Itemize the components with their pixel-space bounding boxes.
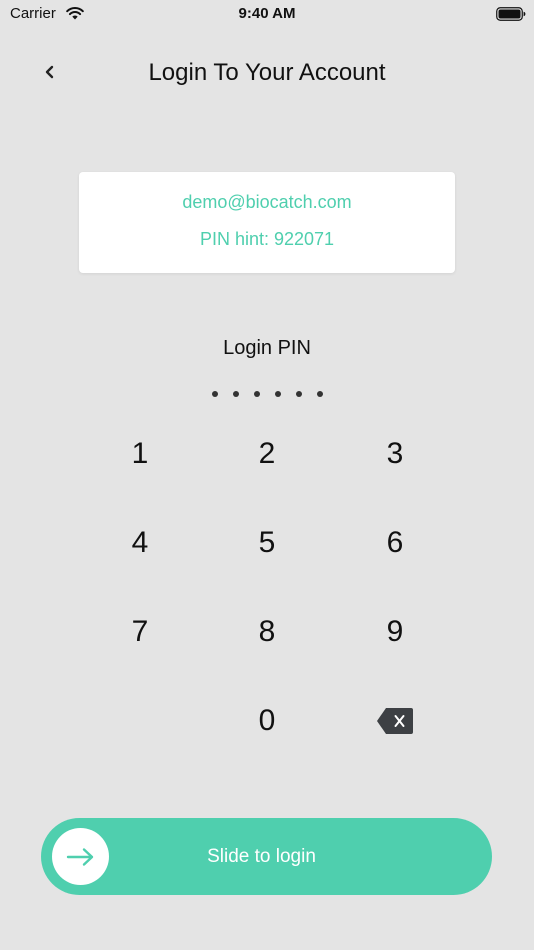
- key-6[interactable]: 6: [335, 503, 455, 583]
- battery-icon: [496, 7, 526, 21]
- slide-to-login[interactable]: Slide to login: [41, 818, 492, 895]
- slider-label: Slide to login: [207, 846, 316, 867]
- pin-label: Login PIN: [223, 337, 311, 359]
- delete-button[interactable]: [335, 681, 455, 761]
- pin-dot: [316, 391, 323, 397]
- nav-bar: Login To Your Account: [0, 52, 534, 92]
- key-2[interactable]: 2: [207, 414, 327, 494]
- backspace-icon: [377, 708, 413, 734]
- key-3[interactable]: 3: [335, 414, 455, 494]
- key-1[interactable]: 1: [80, 414, 200, 494]
- pin-dot: [211, 391, 218, 397]
- pin-dot: [274, 391, 281, 397]
- key-9[interactable]: 9: [335, 592, 455, 672]
- status-time: 9:40 AM: [238, 5, 296, 22]
- pin-dot: [232, 391, 239, 397]
- pin-dots: [0, 391, 534, 399]
- status-bar: Carrier 9:40 AM: [0, 0, 534, 28]
- key-8[interactable]: 8: [207, 592, 327, 672]
- pin-dot: [253, 391, 260, 397]
- keypad: 1 2 3 4 5 6 7 8 9 0: [0, 410, 534, 766]
- key-5[interactable]: 5: [207, 503, 327, 583]
- page-title: Login To Your Account: [148, 59, 386, 86]
- key-4[interactable]: 4: [80, 503, 200, 583]
- account-info-card: demo@biocatch.com PIN hint: 922071: [79, 172, 455, 273]
- key-7[interactable]: 7: [80, 592, 200, 672]
- key-0[interactable]: 0: [207, 681, 327, 761]
- account-email: demo@biocatch.com: [182, 192, 352, 212]
- pin-dot: [295, 391, 302, 397]
- pin-hint: PIN hint: 922071: [199, 229, 335, 249]
